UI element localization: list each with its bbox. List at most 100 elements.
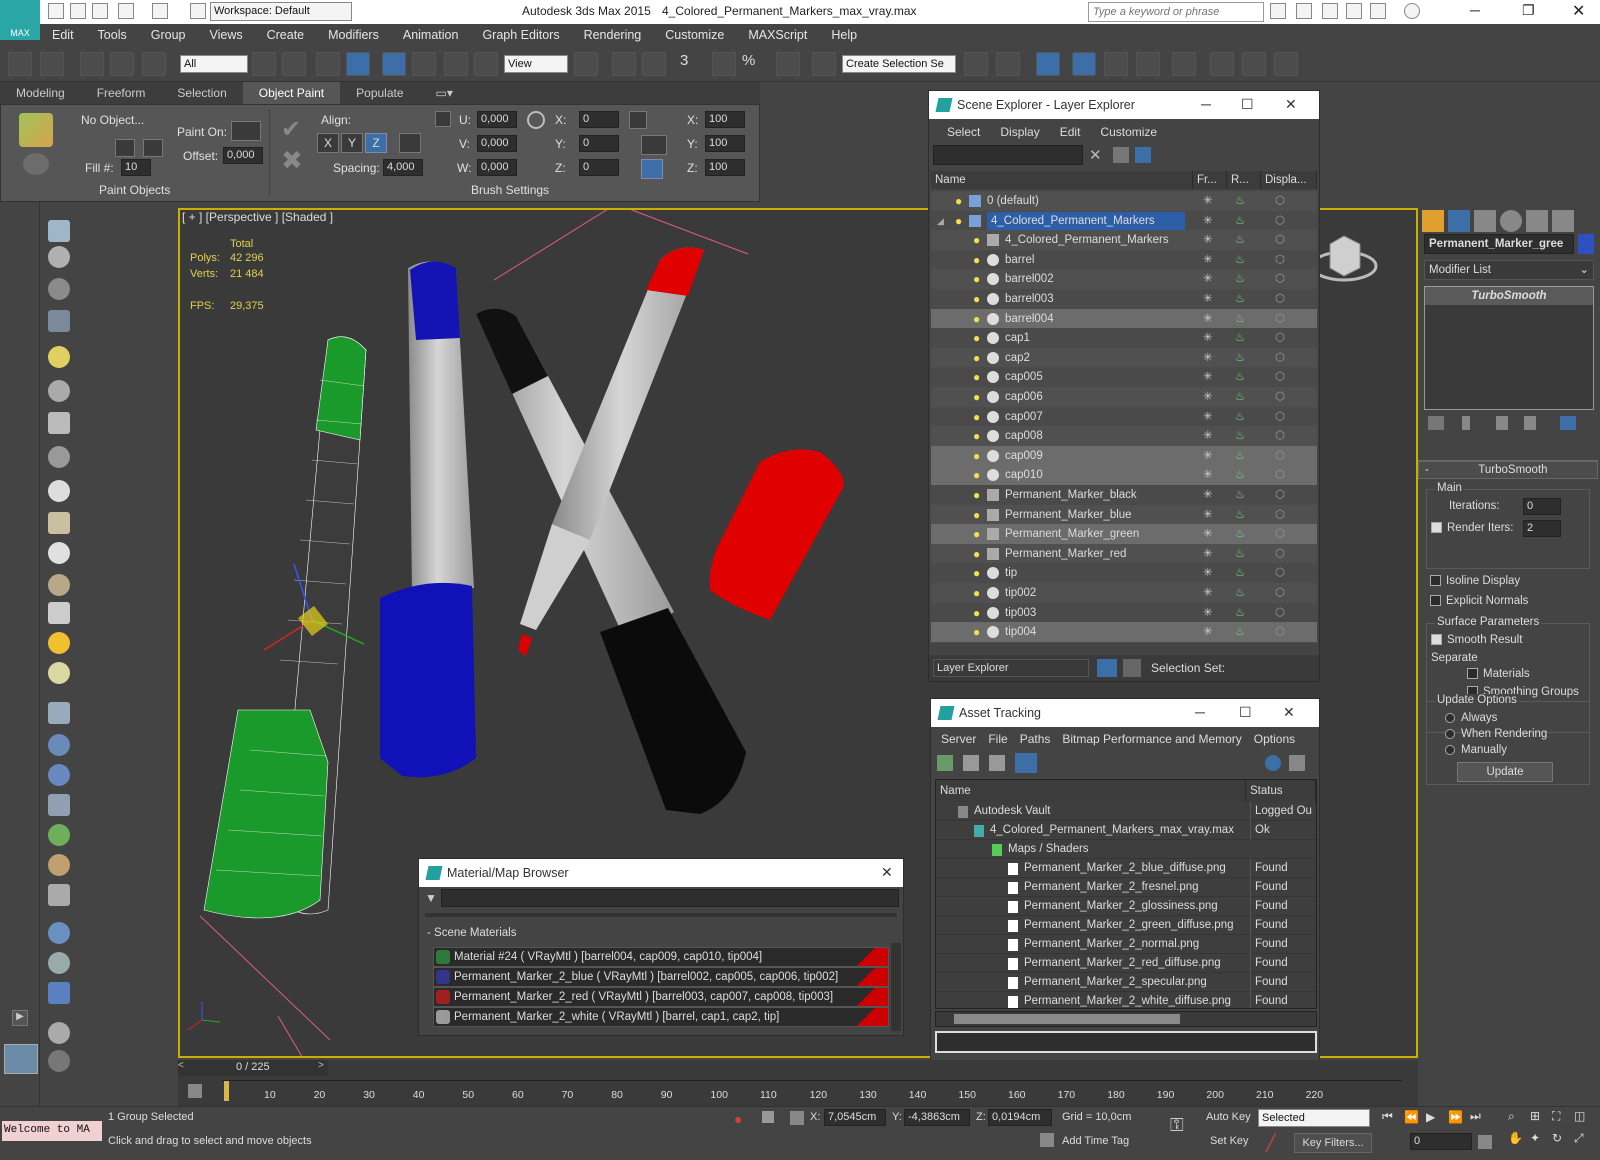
connect-icon[interactable] — [48, 734, 70, 756]
edit-icon[interactable] — [48, 952, 70, 974]
freeze-icon[interactable]: ✳ — [1203, 524, 1213, 544]
brush-settings-dropdown[interactable]: Brush Settings — [471, 183, 549, 197]
scale-z-spinner[interactable]: 100 — [705, 159, 745, 176]
lightbulb-icon[interactable]: ● — [955, 191, 962, 211]
play-icon[interactable]: ▶ — [1426, 1110, 1448, 1124]
display-box-icon[interactable]: ⬡ — [1275, 465, 1285, 485]
asset-menu-file[interactable]: File — [982, 732, 1013, 746]
ball-icon[interactable] — [48, 922, 70, 944]
render-teapot-icon[interactable]: ♨ — [1235, 524, 1245, 544]
display-box-icon[interactable]: ⬡ — [1275, 426, 1285, 446]
freeze-icon[interactable]: ✳ — [1203, 622, 1213, 642]
render-teapot-icon[interactable]: ♨ — [1235, 583, 1245, 603]
collapse-arrow-icon[interactable]: ◢ — [937, 211, 944, 231]
col-render[interactable]: R... — [1227, 171, 1261, 189]
menu-tools[interactable]: Tools — [86, 24, 139, 46]
light-icon[interactable] — [48, 346, 70, 368]
scene-row[interactable]: ● cap010 ✳ ♨ ⬡ — [931, 465, 1317, 486]
asset-path-field[interactable] — [935, 1031, 1317, 1053]
render-teapot-icon[interactable]: ♨ — [1235, 446, 1245, 466]
asset-menu-paths[interactable]: Paths — [1014, 732, 1057, 746]
iterations-spinner[interactable]: 0 — [1523, 498, 1561, 515]
pivot-icon[interactable] — [574, 52, 598, 76]
display-box-icon[interactable]: ⬡ — [1275, 250, 1285, 270]
render-teapot-icon[interactable]: ♨ — [1235, 505, 1245, 525]
select-by-name-icon[interactable] — [282, 52, 306, 76]
scale-x-spinner[interactable]: 100 — [705, 111, 745, 128]
asset-row[interactable]: Permanent_Marker_2_green_diffuse.png Foun… — [936, 916, 1316, 935]
display-box-icon[interactable]: ⬡ — [1275, 583, 1285, 603]
scene-filter-input[interactable] — [933, 145, 1083, 165]
col-name[interactable]: Name — [931, 171, 1193, 189]
sun-icon[interactable] — [48, 632, 70, 654]
display-box-icon[interactable]: ⬡ — [1275, 524, 1285, 544]
daylight-icon[interactable] — [48, 662, 70, 684]
help-icon[interactable] — [1404, 3, 1420, 19]
ribbon-options-icon[interactable]: ▭▾ — [420, 82, 469, 104]
create-tab-icon[interactable] — [1422, 210, 1444, 232]
scene-row[interactable]: ● tip002 ✳ ♨ ⬡ — [931, 583, 1317, 603]
percent-snap-icon[interactable]: % — [742, 52, 766, 76]
modifier-list-combo[interactable]: Modifier List ⌄ — [1424, 260, 1594, 280]
col-status[interactable]: Status — [1246, 780, 1316, 802]
rectangle-selection-icon[interactable] — [316, 52, 340, 76]
key-filters-button[interactable]: Key Filters... — [1294, 1133, 1372, 1153]
asset-row[interactable]: Maps / Shaders — [936, 840, 1316, 859]
display-box-icon[interactable]: ⬡ — [1275, 289, 1285, 309]
communication-icon[interactable] — [1296, 3, 1312, 19]
render-teapot-icon[interactable] — [1274, 52, 1298, 76]
auto-key-button[interactable]: Auto Key — [1206, 1111, 1251, 1123]
list-icon[interactable] — [48, 278, 70, 300]
paint-objects-dropdown[interactable]: Paint Objects — [99, 183, 170, 197]
redo-icon[interactable] — [40, 52, 64, 76]
w-spinner[interactable]: 0,000 — [477, 159, 517, 176]
col-freeze[interactable]: Fr... — [1193, 171, 1227, 189]
curve-editor-icon[interactable] — [1104, 52, 1128, 76]
asset-row[interactable]: Permanent_Marker_2_specular.png Found — [936, 973, 1316, 992]
display-box-icon[interactable]: ⬡ — [1275, 367, 1285, 387]
object-name-field[interactable]: Permanent_Marker_gree — [1424, 234, 1574, 254]
scene-row[interactable]: ● 4_Colored_Permanent_Markers ✳ ♨ ⬡ — [931, 230, 1317, 251]
scene-row[interactable]: ● cap007 ✳ ♨ ⬡ — [931, 406, 1317, 427]
thumbnail-view-icon[interactable] — [989, 755, 1005, 771]
axis-z-button[interactable]: Z — [365, 133, 387, 153]
window-crossing-icon[interactable] — [346, 52, 370, 76]
maxscript-listener-icon[interactable] — [4, 1044, 38, 1074]
menu-graph-editors[interactable]: Graph Editors — [470, 24, 571, 46]
freeze-icon[interactable]: ✳ — [1203, 269, 1213, 289]
material-item[interactable]: Permanent_Marker_2_red ( VRayMtl ) [barr… — [433, 987, 889, 1007]
select-manipulate-icon[interactable] — [612, 52, 636, 76]
zoom-extents-icon[interactable]: ⛶ — [1552, 1109, 1574, 1131]
rollout-title[interactable]: - TurboSmooth — [1418, 461, 1598, 479]
spinner-snap-icon[interactable] — [776, 52, 800, 76]
menu-views[interactable]: Views — [197, 24, 254, 46]
zoom-region-icon[interactable]: ◫ — [1574, 1109, 1596, 1131]
render-teapot-icon[interactable]: ♨ — [1235, 603, 1245, 623]
menu-animation[interactable]: Animation — [391, 24, 471, 46]
render-teapot-icon[interactable]: ♨ — [1235, 465, 1245, 485]
display-box-icon[interactable]: ⬡ — [1275, 505, 1285, 525]
scene-row[interactable]: ● tip004 ✳ ♨ ⬡ — [931, 622, 1317, 643]
spacing-spinner[interactable]: 4,000 — [383, 159, 423, 176]
scene-row[interactable]: ● tip ✳ ♨ ⬡ — [931, 563, 1317, 584]
scrollbar-thumb[interactable] — [954, 1014, 1180, 1024]
minimize-icon[interactable]: ─ — [1470, 2, 1480, 18]
scene-row[interactable]: ● tip003 ✳ ♨ ⬡ — [931, 602, 1317, 623]
freeze-icon[interactable]: ✳ — [1203, 348, 1213, 368]
no-object-dropdown[interactable]: No Object... — [81, 113, 144, 127]
pick-list-icon[interactable] — [143, 139, 163, 157]
pick-object-icon[interactable] — [115, 139, 135, 157]
explicit-normals-checkbox[interactable]: Explicit Normals — [1430, 595, 1528, 607]
redo-icon[interactable] — [152, 3, 168, 19]
search-input[interactable] — [1088, 2, 1264, 22]
lightbulb-icon[interactable]: ● — [973, 544, 980, 564]
menu-edit[interactable]: Edit — [40, 24, 86, 46]
menu-maxscript[interactable]: MAXScript — [736, 24, 819, 46]
align-icon[interactable] — [996, 52, 1020, 76]
minimize-icon[interactable]: ─ — [1195, 704, 1205, 720]
cancel-icon[interactable]: ✖ — [281, 145, 303, 176]
pan-icon[interactable]: ✋ — [1508, 1131, 1530, 1153]
basket-icon[interactable] — [48, 574, 70, 596]
table-view-icon[interactable] — [1015, 753, 1037, 773]
scale-uniform-icon[interactable] — [641, 135, 667, 155]
